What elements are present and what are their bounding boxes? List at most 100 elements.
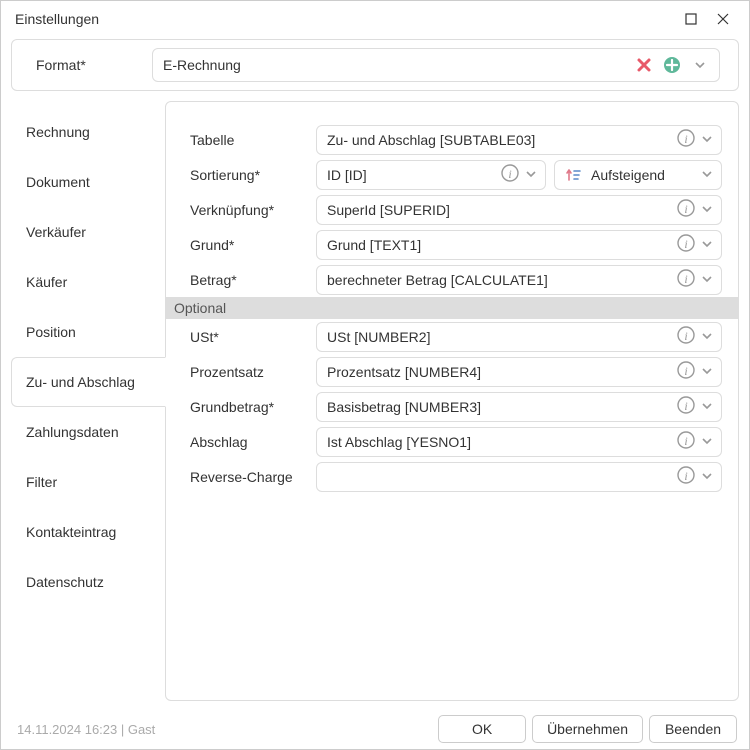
maximize-button[interactable] bbox=[675, 5, 707, 33]
form-row: Betrag* berechneter Betrag [CALCULATE1] i bbox=[182, 262, 722, 297]
field-pair: ID [ID] i Aufsteigend bbox=[316, 160, 722, 190]
info-icon[interactable]: i bbox=[677, 361, 695, 382]
dropdown-field[interactable]: berechneter Betrag [CALCULATE1] i bbox=[316, 265, 722, 295]
sidebar-item-verk-ufer[interactable]: Verkäufer bbox=[11, 207, 165, 257]
form-row: Prozentsatz Prozentsatz [NUMBER4] i bbox=[182, 354, 722, 389]
chevron-down-icon[interactable] bbox=[701, 167, 713, 183]
sidebar-item-kontakteintrag[interactable]: Kontakteintrag bbox=[11, 507, 165, 557]
field-label: Abschlag bbox=[182, 434, 316, 450]
form-row: USt* USt [NUMBER2] i bbox=[182, 319, 722, 354]
chevron-down-icon[interactable] bbox=[701, 132, 713, 148]
form-row: Sortierung* ID [ID] i Aufsteigend bbox=[182, 157, 722, 192]
window-title: Einstellungen bbox=[15, 11, 675, 27]
info-icon[interactable]: i bbox=[677, 234, 695, 255]
sidebar: RechnungDokumentVerkäuferKäuferPositionZ… bbox=[11, 101, 165, 701]
close-footer-button[interactable]: Beenden bbox=[649, 715, 737, 743]
field-value: Aufsteigend bbox=[591, 167, 695, 183]
info-icon[interactable]: i bbox=[677, 269, 695, 290]
field-label: Sortierung* bbox=[182, 167, 316, 183]
svg-text:i: i bbox=[684, 364, 687, 378]
chevron-down-icon[interactable] bbox=[701, 329, 713, 345]
svg-text:i: i bbox=[684, 469, 687, 483]
svg-text:i: i bbox=[684, 434, 687, 448]
dropdown-field[interactable]: SuperId [SUPERID] i bbox=[316, 195, 722, 225]
field-value: Ist Abschlag [YESNO1] bbox=[327, 434, 671, 450]
chevron-down-icon[interactable] bbox=[691, 56, 709, 74]
chevron-down-icon[interactable] bbox=[525, 167, 537, 183]
dropdown-field[interactable]: Zu- und Abschlag [SUBTABLE03] i bbox=[316, 125, 722, 155]
sidebar-item-datenschutz[interactable]: Datenschutz bbox=[11, 557, 165, 607]
footer: 14.11.2024 16:23 | Gast OK Übernehmen Be… bbox=[1, 709, 749, 749]
field-value: Basisbetrag [NUMBER3] bbox=[327, 399, 671, 415]
svg-text:i: i bbox=[684, 237, 687, 251]
chevron-down-icon[interactable] bbox=[701, 364, 713, 380]
field-value: SuperId [SUPERID] bbox=[327, 202, 671, 218]
close-button[interactable] bbox=[707, 5, 739, 33]
dropdown-field[interactable]: Prozentsatz [NUMBER4] i bbox=[316, 357, 722, 387]
chevron-down-icon[interactable] bbox=[701, 469, 713, 485]
svg-text:i: i bbox=[684, 272, 687, 286]
info-icon[interactable]: i bbox=[677, 129, 695, 150]
chevron-down-icon[interactable] bbox=[701, 434, 713, 450]
svg-text:i: i bbox=[508, 167, 511, 181]
body: RechnungDokumentVerkäuferKäuferPositionZ… bbox=[1, 101, 749, 709]
dropdown-field[interactable]: Ist Abschlag [YESNO1] i bbox=[316, 427, 722, 457]
field-value: berechneter Betrag [CALCULATE1] bbox=[327, 272, 671, 288]
sort-order-field[interactable]: Aufsteigend bbox=[554, 160, 722, 190]
field-value: ID [ID] bbox=[327, 167, 495, 183]
sidebar-item-zu-und-abschlag[interactable]: Zu- und Abschlag bbox=[11, 357, 166, 407]
sidebar-item-rechnung[interactable]: Rechnung bbox=[11, 107, 165, 157]
dropdown-field[interactable]: Grund [TEXT1] i bbox=[316, 230, 722, 260]
form-row: Grundbetrag* Basisbetrag [NUMBER3] i bbox=[182, 389, 722, 424]
field-value: Prozentsatz [NUMBER4] bbox=[327, 364, 671, 380]
format-field[interactable]: E-Rechnung bbox=[152, 48, 720, 82]
dropdown-field[interactable]: i bbox=[316, 462, 722, 492]
field-value: Grund [TEXT1] bbox=[327, 237, 671, 253]
sidebar-item-zahlungsdaten[interactable]: Zahlungsdaten bbox=[11, 407, 165, 457]
field-value: Zu- und Abschlag [SUBTABLE03] bbox=[327, 132, 671, 148]
form-row: Reverse-Charge i bbox=[182, 459, 722, 494]
dropdown-field[interactable]: ID [ID] i bbox=[316, 160, 546, 190]
info-icon[interactable]: i bbox=[677, 199, 695, 220]
format-bar: Format* E-Rechnung bbox=[11, 39, 739, 91]
sidebar-item-position[interactable]: Position bbox=[11, 307, 165, 357]
svg-text:i: i bbox=[684, 202, 687, 216]
clear-icon[interactable] bbox=[635, 56, 653, 74]
form-row: Tabelle Zu- und Abschlag [SUBTABLE03] i bbox=[182, 122, 722, 157]
sidebar-item-dokument[interactable]: Dokument bbox=[11, 157, 165, 207]
chevron-down-icon[interactable] bbox=[701, 202, 713, 218]
form-row: Verknüpfung* SuperId [SUPERID] i bbox=[182, 192, 722, 227]
chevron-down-icon[interactable] bbox=[701, 237, 713, 253]
field-label: Betrag* bbox=[182, 272, 316, 288]
field-label: Tabelle bbox=[182, 132, 316, 148]
info-icon[interactable]: i bbox=[677, 326, 695, 347]
form-row: Abschlag Ist Abschlag [YESNO1] i bbox=[182, 424, 722, 459]
info-icon[interactable]: i bbox=[501, 164, 519, 185]
dropdown-field[interactable]: Basisbetrag [NUMBER3] i bbox=[316, 392, 722, 422]
main-panel: TabelleZu- und Abschlag [SUBTABLE03]iSor… bbox=[165, 101, 739, 701]
field-label: Grundbetrag* bbox=[182, 399, 316, 415]
settings-window: Einstellungen Format* E-Rechnung Rechnun… bbox=[0, 0, 750, 750]
sidebar-item-k-ufer[interactable]: Käufer bbox=[11, 257, 165, 307]
titlebar: Einstellungen bbox=[1, 1, 749, 37]
field-value: USt [NUMBER2] bbox=[327, 329, 671, 345]
field-label: Reverse-Charge bbox=[182, 469, 316, 485]
add-icon[interactable] bbox=[663, 56, 681, 74]
field-label: Verknüpfung* bbox=[182, 202, 316, 218]
chevron-down-icon[interactable] bbox=[701, 399, 713, 415]
field-label: Grund* bbox=[182, 237, 316, 253]
field-label: Prozentsatz bbox=[182, 364, 316, 380]
svg-text:i: i bbox=[684, 329, 687, 343]
format-value: E-Rechnung bbox=[163, 57, 625, 73]
chevron-down-icon[interactable] bbox=[701, 272, 713, 288]
svg-text:i: i bbox=[684, 399, 687, 413]
field-label: USt* bbox=[182, 329, 316, 345]
info-icon[interactable]: i bbox=[677, 466, 695, 487]
info-icon[interactable]: i bbox=[677, 396, 695, 417]
ok-button[interactable]: OK bbox=[438, 715, 526, 743]
format-label: Format* bbox=[30, 57, 140, 73]
dropdown-field[interactable]: USt [NUMBER2] i bbox=[316, 322, 722, 352]
sidebar-item-filter[interactable]: Filter bbox=[11, 457, 165, 507]
apply-button[interactable]: Übernehmen bbox=[532, 715, 643, 743]
info-icon[interactable]: i bbox=[677, 431, 695, 452]
